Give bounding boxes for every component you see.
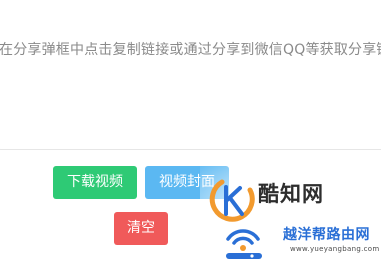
- watermark-site-name: 酷知网: [258, 181, 324, 206]
- video-cover-button[interactable]: 视频封面: [145, 166, 229, 199]
- link-input[interactable]: 在分享弹框中点击复制链接或通过分享到微信QQ等获取分享链接: [0, 0, 381, 150]
- watermark-site-name-2: 越洋帮路由网: [283, 227, 370, 243]
- link-input-placeholder: 在分享弹框中点击复制链接或通过分享到微信QQ等获取分享链接: [0, 42, 381, 58]
- wifi-icon: [226, 229, 262, 259]
- watermark-url: www.yueyangbang.com: [290, 245, 380, 253]
- clear-button[interactable]: 清空: [114, 212, 168, 245]
- download-video-button[interactable]: 下载视频: [53, 166, 137, 199]
